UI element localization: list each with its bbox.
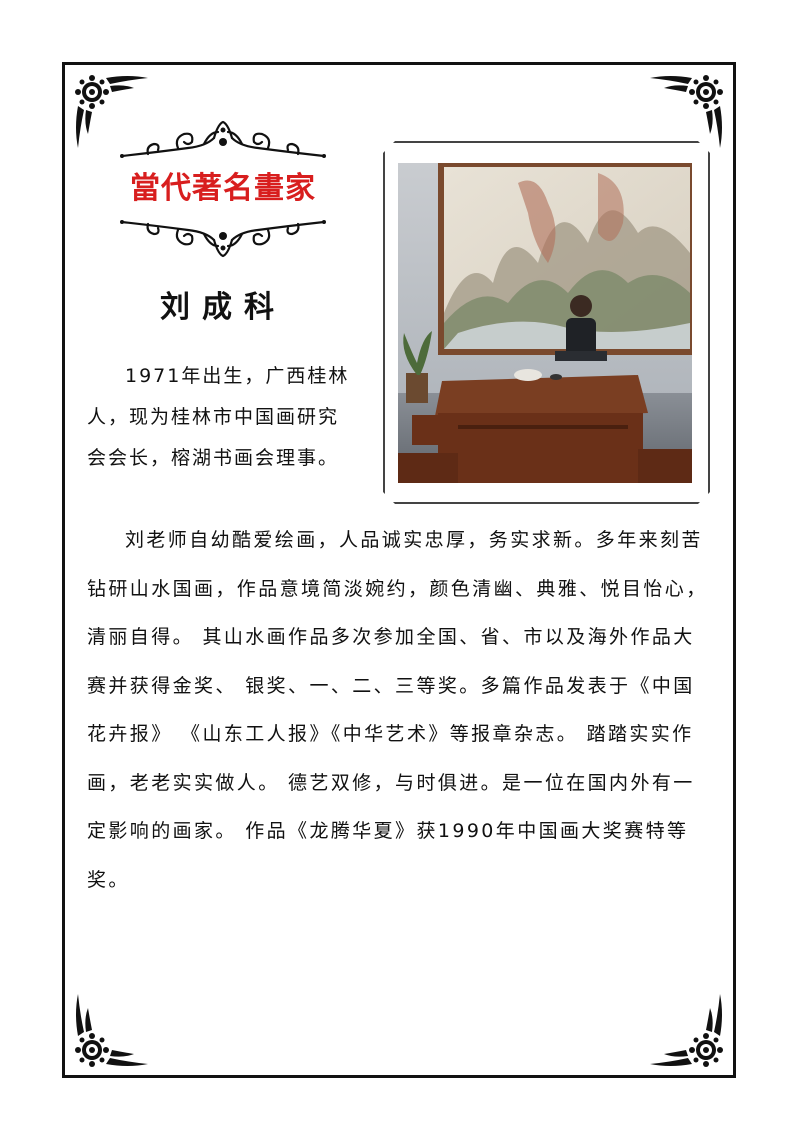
scroll-ornament-icon: [118, 216, 328, 260]
artist-photo: [398, 163, 692, 483]
corner-ornament-icon: [648, 70, 728, 150]
scroll-ornament-icon: [118, 118, 328, 162]
corner-ornament-icon: [70, 992, 150, 1072]
banner-title: 當代著名畫家: [130, 171, 316, 206]
artist-intro: 1971年出生，广西桂林人，现为桂林市中国画研究会会长，榕湖书画会理事。: [87, 365, 350, 469]
biography-text: 刘老师自幼酷爱绘画，人品诚实忠厚，务实求新。多年来刻苦钻研山水国画，作品意境简淡…: [87, 529, 708, 891]
corner-ornament-icon: [648, 992, 728, 1072]
artist-name: 刘成科: [160, 290, 286, 325]
